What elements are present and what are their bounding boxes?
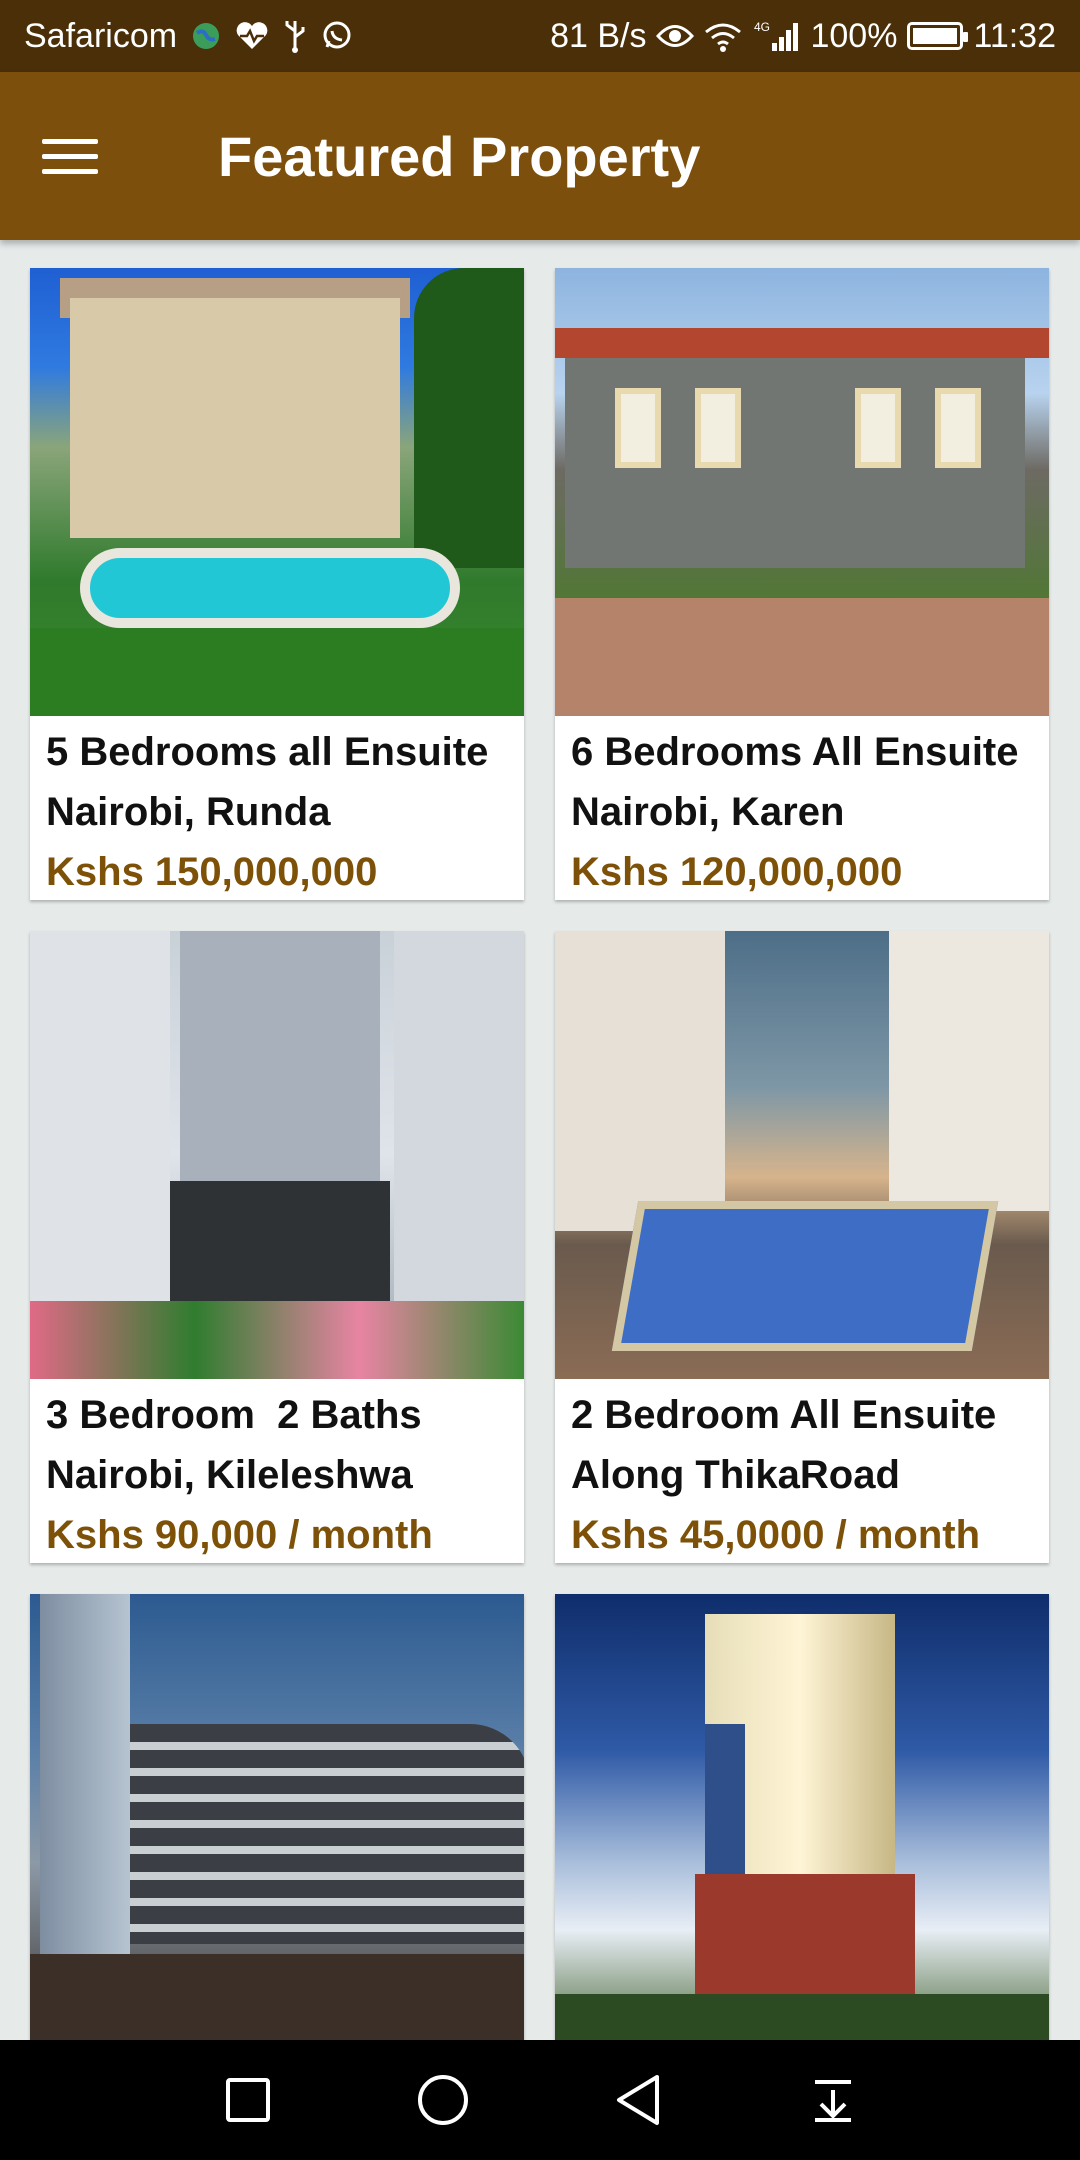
property-grid: 5 Bedrooms all Ensuite Nairobi, Runda Ks… [30,268,1052,2160]
property-card[interactable]: 6 Bedrooms All Ensuite Nairobi, Karen Ks… [555,268,1049,900]
property-title: 3 Bedroom 2 Baths [46,1393,422,1437]
page-title: Featured Property [218,124,701,188]
property-photo [30,1594,524,2042]
battery-icon [907,22,969,50]
status-right: 81 B/s 4G 100% 11:32 [550,17,1056,56]
property-photo [30,268,524,716]
property-card[interactable]: 5 Bedrooms all Ensuite Nairobi, Runda Ks… [30,268,524,900]
property-card[interactable]: 3 Bedroom 2 Baths Nairobi, Kileleshwa Ks… [30,931,524,1563]
property-photo [555,931,1049,1379]
wifi-icon [704,20,742,52]
property-price: Kshs 150,000,000 [46,850,378,894]
clock: 11:32 [973,16,1056,55]
property-location: Nairobi, Kileleshwa [46,1453,413,1497]
property-title: 2 Bedroom All Ensuite [571,1393,997,1437]
network-type-label: 4G [754,20,770,34]
status-left: Safaricom [24,17,353,56]
usb-icon [283,19,307,53]
globe-icon [191,21,221,51]
property-price: Kshs 120,000,000 [571,850,903,894]
network-speed: 81 B/s [550,16,647,55]
property-price: Kshs 90,000 / month [46,1513,433,1557]
property-photo [30,931,524,1379]
back-icon[interactable] [598,2060,678,2140]
property-price: Kshs 45,0000 / month [571,1513,981,1557]
app-bar: Featured Property [0,72,1080,240]
status-bar: Safaricom 81 B/s 4G 100% 11:32 [0,0,1080,72]
battery-percent: 100% [810,16,898,55]
whatsapp-icon [321,20,353,52]
eye-icon [656,23,695,49]
property-photo [555,1594,1049,2042]
property-card[interactable]: 2 Bedroom All Ensuite Along ThikaRoad Ks… [555,931,1049,1563]
hamburger-menu-icon[interactable] [42,114,126,198]
property-location: Nairobi, Karen [571,790,845,834]
property-location: Nairobi, Runda [46,790,331,834]
property-title: 6 Bedrooms All Ensuite [571,730,1019,774]
home-icon[interactable] [403,2060,483,2140]
heart-rate-icon [235,21,269,51]
property-location: Along ThikaRoad [571,1453,900,1497]
carrier-name: Safaricom [24,16,178,55]
property-title: 5 Bedrooms all Ensuite [46,730,489,774]
signal-icon: 4G [752,19,800,53]
property-photo [555,268,1049,716]
notifications-down-icon[interactable] [793,2060,873,2140]
system-nav-bar [0,2040,1080,2160]
recent-apps-icon[interactable] [208,2060,288,2140]
